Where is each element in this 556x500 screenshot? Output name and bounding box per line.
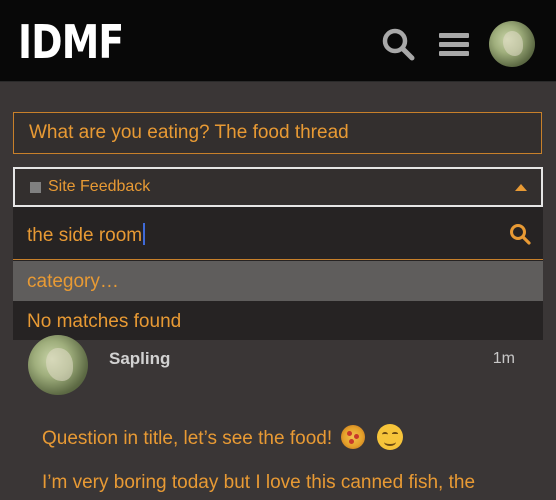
category-filter-text: the side room	[27, 225, 143, 246]
smiling-face-emoji-icon	[376, 424, 403, 450]
search-icon	[510, 224, 531, 245]
caret-up-icon[interactable]	[515, 184, 527, 191]
user-avatar[interactable]	[489, 21, 535, 67]
site-logo[interactable]: IDMF	[18, 14, 124, 70]
search-icon[interactable]	[380, 26, 416, 62]
hamburger-menu-icon[interactable]	[436, 26, 472, 62]
category-filter-input[interactable]: the side room	[13, 207, 543, 260]
post-author-avatar[interactable]	[28, 335, 88, 395]
site-header: IDMF	[0, 0, 556, 82]
post-timestamp[interactable]: 1m	[493, 350, 515, 368]
pizza-emoji-icon	[341, 425, 366, 449]
no-matches-message: No matches found	[27, 311, 182, 332]
post-text-line-1: Question in title, let’s see the food!	[42, 428, 333, 449]
category-dropdown: the side room category… No matches found	[13, 207, 543, 340]
topic-title-input[interactable]: What are you eating? The food thread	[13, 112, 542, 154]
category-selected-label: Site Feedback	[48, 178, 151, 195]
post-username[interactable]: Sapling	[109, 349, 170, 369]
post-paragraph-2: I’m very boring today but I love this ca…	[42, 472, 476, 493]
post-preview: Sapling 1m Question in title, let’s see …	[13, 335, 543, 500]
category-selector[interactable]: Site Feedback	[13, 167, 543, 207]
category-color-swatch	[30, 182, 41, 193]
post-paragraph-1: Question in title, let’s see the food!	[42, 424, 403, 450]
dropdown-hint: category…	[27, 271, 119, 292]
dropdown-hint-row: category…	[13, 261, 543, 301]
text-cursor	[143, 223, 146, 245]
